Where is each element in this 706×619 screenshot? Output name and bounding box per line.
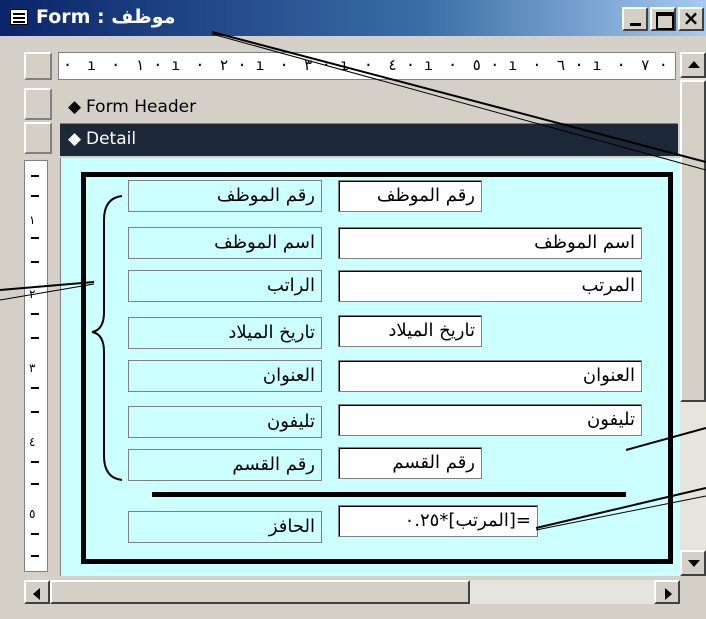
ruler-tick <box>31 261 39 263</box>
field-label[interactable]: تاريخ الميلاد <box>128 317 322 349</box>
arrow-up-icon <box>688 61 700 68</box>
detail-label: Detail <box>86 129 137 149</box>
bonus-label[interactable]: الحافز <box>128 511 322 543</box>
ruler-tick <box>31 237 39 239</box>
text-box-control[interactable]: تاريخ الميلاد <box>338 315 482 347</box>
arrow-right-icon <box>665 588 672 600</box>
form-selector[interactable] <box>24 52 52 80</box>
horizontal-scroll-thumb[interactable] <box>50 580 470 604</box>
ruler-tick <box>31 461 39 463</box>
close-button[interactable]: × <box>678 7 704 31</box>
ruler-number: ٢ <box>29 287 36 301</box>
window-title: Form : موظف <box>36 6 176 28</box>
field-label[interactable]: العنوان <box>128 360 322 392</box>
resize-corner[interactable] <box>680 580 706 604</box>
scroll-up-button[interactable] <box>680 52 706 78</box>
ruler-number: ٤ <box>29 435 36 449</box>
text-box-control[interactable]: تليفون <box>338 404 642 436</box>
ruler-tick <box>31 533 39 535</box>
text-box-control[interactable]: العنوان <box>338 360 642 392</box>
vertical-ruler[interactable]: ١ ٢ ٣ ٤ ٥ <box>24 160 48 572</box>
scroll-down-button[interactable] <box>680 550 706 576</box>
header-section-selector[interactable] <box>24 88 52 120</box>
ruler-tick <box>31 555 39 557</box>
scroll-left-button[interactable] <box>24 580 50 604</box>
field-label[interactable]: رقم القسم <box>128 449 322 481</box>
ruler-tick <box>31 483 39 485</box>
text-box-control[interactable]: رقم الموظف <box>338 180 482 212</box>
ruler-tick <box>31 313 39 315</box>
form-design-window: Form : موظف × · ı · ١ · ı · ٢ · ı · ٣ · … <box>0 0 706 619</box>
horizontal-ruler[interactable]: · ı · ١ · ı · ٢ · ı · ٣ · ı · ٤ · ı · ٥ … <box>58 52 676 80</box>
vertical-scroll-thumb[interactable] <box>680 80 706 402</box>
horizontal-scrollbar[interactable] <box>24 580 680 604</box>
ruler-ticks: · ı · ١ · ı · ٢ · ı · ٣ · ı · ٤ · ı · ٥ … <box>63 56 675 74</box>
arrow-down-icon <box>688 560 700 567</box>
section-arrow-icon: ◆ <box>68 129 82 149</box>
bonus-calculated-control[interactable]: =[المرتب]*٠.٢٥ <box>338 505 538 537</box>
ruler-number: ٥ <box>29 507 36 521</box>
minimize-button[interactable] <box>622 7 648 31</box>
ruler-tick <box>31 175 39 177</box>
detail-bar[interactable]: ◆ Detail <box>60 124 678 156</box>
section-arrow-icon: ◆ <box>68 97 82 117</box>
field-label[interactable]: تليفون <box>128 406 322 438</box>
maximize-button[interactable] <box>650 7 676 31</box>
arrow-left-icon <box>33 588 40 600</box>
text-box-control[interactable]: رقم القسم <box>338 447 482 479</box>
ruler-tick <box>31 387 39 389</box>
ruler-number: ٣ <box>29 361 36 375</box>
scroll-right-button[interactable] <box>654 580 680 604</box>
form-icon <box>10 9 28 25</box>
vertical-scrollbar[interactable] <box>680 52 706 576</box>
ruler-tick <box>31 337 39 339</box>
title-bar[interactable]: Form : موظف × <box>0 0 706 36</box>
field-label[interactable]: الراتب <box>128 270 322 302</box>
ruler-tick <box>31 411 39 413</box>
field-label[interactable]: اسم الموظف <box>128 227 322 259</box>
close-icon: × <box>682 6 700 30</box>
ruler-tick <box>31 195 39 197</box>
section-selectors <box>24 88 52 156</box>
horizontal-line[interactable] <box>152 492 626 497</box>
text-box-control[interactable]: المرتب <box>338 270 642 302</box>
text-box-control[interactable]: اسم الموظف <box>338 227 642 259</box>
field-label[interactable]: رقم الموظف <box>128 180 322 212</box>
form-header-bar[interactable]: ◆ Form Header <box>60 92 678 124</box>
detail-section-selector[interactable] <box>24 122 52 154</box>
form-header-label: Form Header <box>86 97 197 117</box>
ruler-number: ١ <box>29 213 36 227</box>
